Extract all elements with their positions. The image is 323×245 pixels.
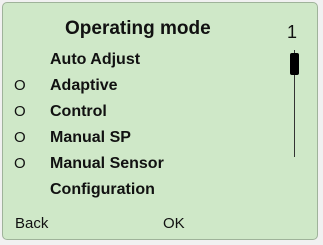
menu-item-label: Configuration [50,181,155,198]
radio-marker: O [14,129,26,146]
scrollbar-thumb[interactable] [290,53,299,75]
menu-item-adaptive[interactable]: O Adaptive [3,73,283,99]
menu-item-configuration[interactable]: Configuration [3,177,283,203]
menu-item-control[interactable]: O Control [3,99,283,125]
menu-item-manual-sensor[interactable]: O Manual Sensor [3,151,283,177]
menu-item-label: Control [50,103,107,120]
menu-item-label: Auto Adjust [50,51,141,68]
menu-item-auto-adjust[interactable]: Auto Adjust [3,47,283,73]
menu-item-label: Manual Sensor [50,155,164,172]
radio-marker: O [14,155,26,172]
menu-item-label: Adaptive [50,77,118,94]
page-number: 1 [287,22,298,42]
radio-marker: O [14,103,26,120]
device-frame: Operating mode 1 Auto Adjust O Adaptive … [0,0,323,245]
radio-marker: O [14,77,26,94]
menu-item-manual-sp[interactable]: O Manual SP [3,125,283,151]
back-softkey[interactable]: Back [15,214,48,234]
lcd-screen: Operating mode 1 Auto Adjust O Adaptive … [2,2,318,240]
ok-softkey[interactable]: OK [163,214,185,234]
screen-title: Operating mode [65,18,211,39]
menu-item-label: Manual SP [50,129,131,146]
